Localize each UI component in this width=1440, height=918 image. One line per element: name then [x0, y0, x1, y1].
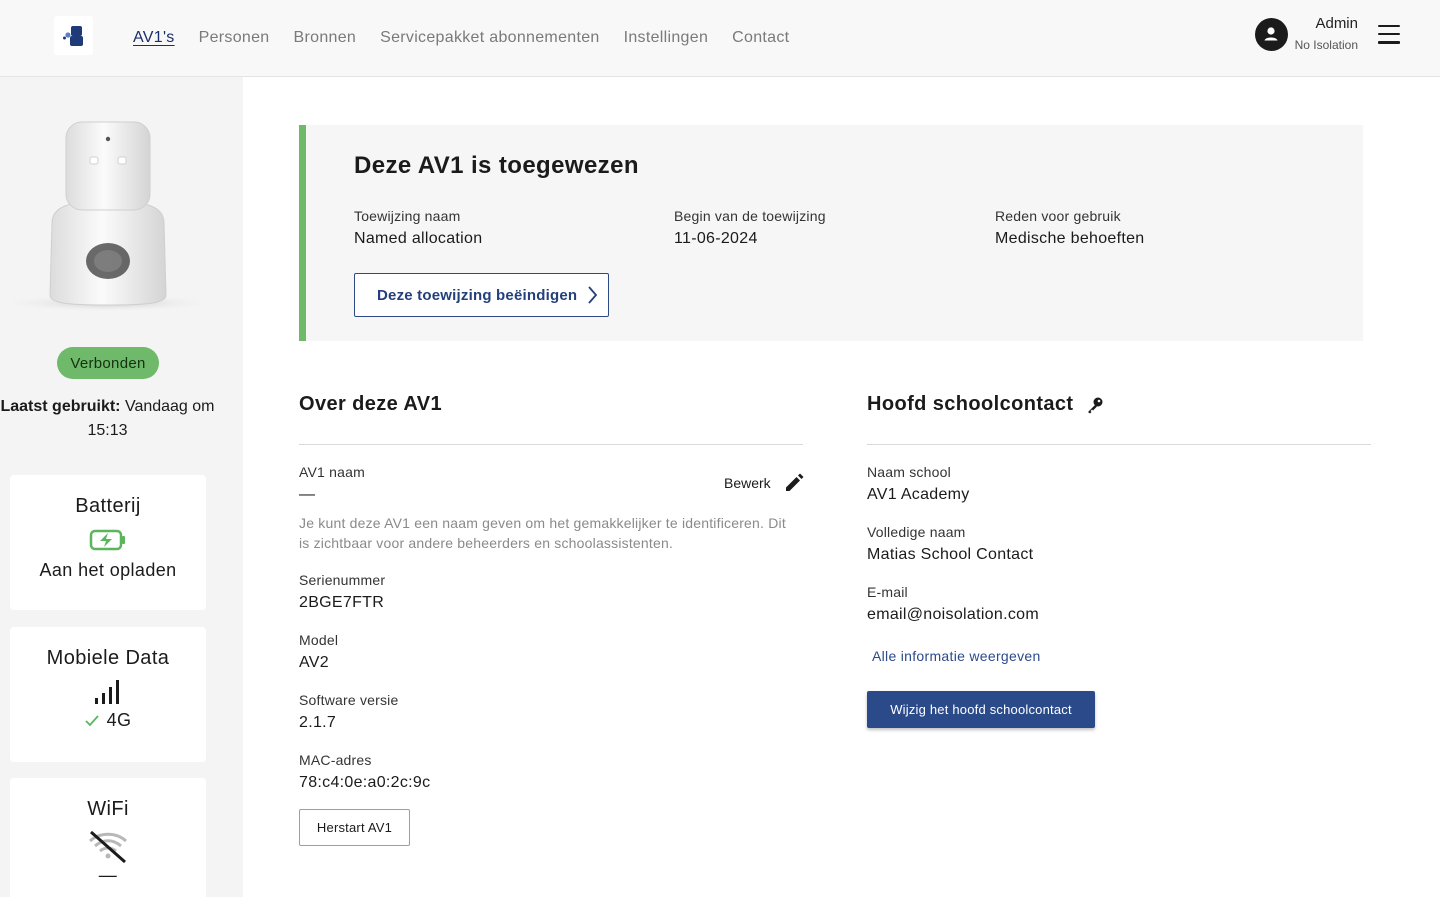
school-name-value: AV1 Academy — [867, 486, 970, 503]
wifi-title: WiFi — [87, 798, 129, 820]
hamburger-menu-icon[interactable] — [1378, 24, 1400, 44]
nav-servicepakket[interactable]: Servicepakket abonnementen — [380, 29, 600, 47]
serial-value: 2BGE7FTR — [299, 594, 385, 611]
allocation-title: Deze AV1 is toegewezen — [354, 152, 639, 179]
user-organization: No Isolation — [1294, 38, 1358, 52]
device-sidebar: Verbonden Laatst gebruikt: Vandaag om 15… — [0, 77, 243, 918]
wifi-off-icon — [10, 829, 206, 865]
allocation-panel: Deze AV1 is toegewezen Toewijzing naam N… — [299, 125, 1363, 341]
software-value: 2.1.7 — [299, 714, 337, 731]
about-title: Over deze AV1 — [299, 393, 443, 415]
end-allocation-label: Deze toewijzing beëindigen — [377, 286, 578, 304]
last-used-label: Laatst gebruikt: — [0, 398, 121, 415]
last-used-text: Laatst gebruikt: Vandaag om 15:13 — [0, 395, 215, 443]
user-avatar-icon[interactable] — [1254, 17, 1288, 51]
software-field: Software versie 2.1.7 — [299, 691, 398, 734]
allocation-start-value: 11-06-2024 — [674, 230, 758, 247]
serial-field: Serienummer 2BGE7FTR — [299, 571, 385, 614]
allocation-field-start: Begin van de toewijzing 11-06-2024 — [674, 207, 826, 250]
av1-robot-image — [0, 117, 218, 317]
about-divider — [299, 444, 803, 445]
allocation-reason-value: Medische behoeften — [995, 230, 1145, 247]
allocation-field-name: Toewijzing naam Named allocation — [354, 207, 482, 250]
nav-personen[interactable]: Personen — [199, 29, 270, 47]
allocation-reason-label: Reden voor gebruik — [995, 208, 1121, 224]
battery-card: Batterij Aan het opladen — [10, 475, 206, 610]
edit-label: Bewerk — [724, 475, 771, 491]
connection-status-badge: Verbonden — [57, 347, 159, 379]
av1-name-label: AV1 naam — [299, 464, 365, 480]
nav-contact[interactable]: Contact — [732, 29, 789, 47]
contact-email-value: email@noisolation.com — [867, 606, 1039, 623]
key-icon — [1087, 397, 1102, 413]
mobile-data-card: Mobiele Data 4G — [10, 627, 206, 762]
nav-instellingen[interactable]: Instellingen — [624, 29, 709, 47]
show-all-info-link[interactable]: Alle informatie weergeven — [872, 648, 1041, 664]
top-header: AV1's Personen Bronnen Servicepakket abo… — [0, 0, 1440, 77]
battery-charging-icon — [10, 529, 206, 553]
wifi-value: — — [98, 865, 118, 885]
allocation-start-label: Begin van de toewijzing — [674, 208, 826, 224]
mac-label: MAC-adres — [299, 752, 372, 768]
nav-bronnen[interactable]: Bronnen — [294, 29, 357, 47]
contact-fullname-label: Volledige naam — [867, 524, 966, 540]
user-menu[interactable]: Admin No Isolation — [1254, 14, 1400, 54]
signal-bars-icon — [10, 678, 206, 708]
mac-field: MAC-adres 78:c4:0e:a0:2c:9c — [299, 751, 430, 794]
model-label: Model — [299, 632, 339, 648]
nav-av1s[interactable]: AV1's — [133, 29, 175, 47]
model-value: AV2 — [299, 654, 329, 671]
school-name-label: Naam school — [867, 464, 951, 480]
allocation-name-label: Toewijzing naam — [354, 208, 461, 224]
wifi-card: WiFi — — [10, 778, 206, 918]
serial-label: Serienummer — [299, 572, 386, 588]
contact-divider — [867, 444, 1371, 445]
restart-av1-button[interactable]: Herstart AV1 — [299, 809, 410, 846]
allocation-field-reason: Reden voor gebruik Medische behoeften — [995, 207, 1145, 250]
battery-status: Aan het opladen — [39, 560, 177, 580]
contact-email-label: E-mail — [867, 584, 908, 600]
change-school-contact-button[interactable]: Wijzig het hoofd schoolcontact — [867, 691, 1095, 728]
user-name: Admin — [1315, 15, 1358, 32]
battery-title: Batterij — [75, 495, 141, 517]
av1-name-value: — — [299, 486, 316, 503]
mobile-data-status: 4G — [10, 710, 206, 731]
contact-title-text: Hoofd schoolcontact — [867, 393, 1074, 415]
contact-title: Hoofd schoolcontact — [867, 393, 1104, 416]
end-allocation-button[interactable]: Deze toewijzing beëindigen — [354, 273, 609, 317]
av1-logo-icon[interactable] — [54, 16, 93, 55]
av1-name-help: Je kunt deze AV1 een naam geven om het g… — [299, 515, 786, 551]
mobile-data-title: Mobiele Data — [46, 647, 170, 669]
av1-name-field: AV1 naam — — [299, 463, 365, 506]
mac-value: 78:c4:0e:a0:2c:9c — [299, 774, 431, 791]
edit-name-button[interactable]: Bewerk — [724, 472, 805, 494]
contact-fullname-field: Volledige naam Matias School Contact — [867, 523, 1033, 566]
allocation-name-value: Named allocation — [354, 230, 483, 247]
model-field: Model AV2 — [299, 631, 338, 674]
user-info: Admin No Isolation — [1295, 14, 1358, 54]
school-name-field: Naam school AV1 Academy — [867, 463, 970, 506]
contact-email-field: E-mail email@noisolation.com — [867, 583, 1039, 626]
pencil-icon — [785, 473, 804, 491]
check-icon — [84, 714, 99, 727]
main-nav: AV1's Personen Bronnen Servicepakket abo… — [133, 0, 813, 76]
software-label: Software versie — [299, 692, 399, 708]
mobile-data-value: 4G — [106, 710, 132, 730]
contact-fullname-value: Matias School Contact — [867, 546, 1034, 563]
chevron-right-icon — [588, 286, 598, 304]
